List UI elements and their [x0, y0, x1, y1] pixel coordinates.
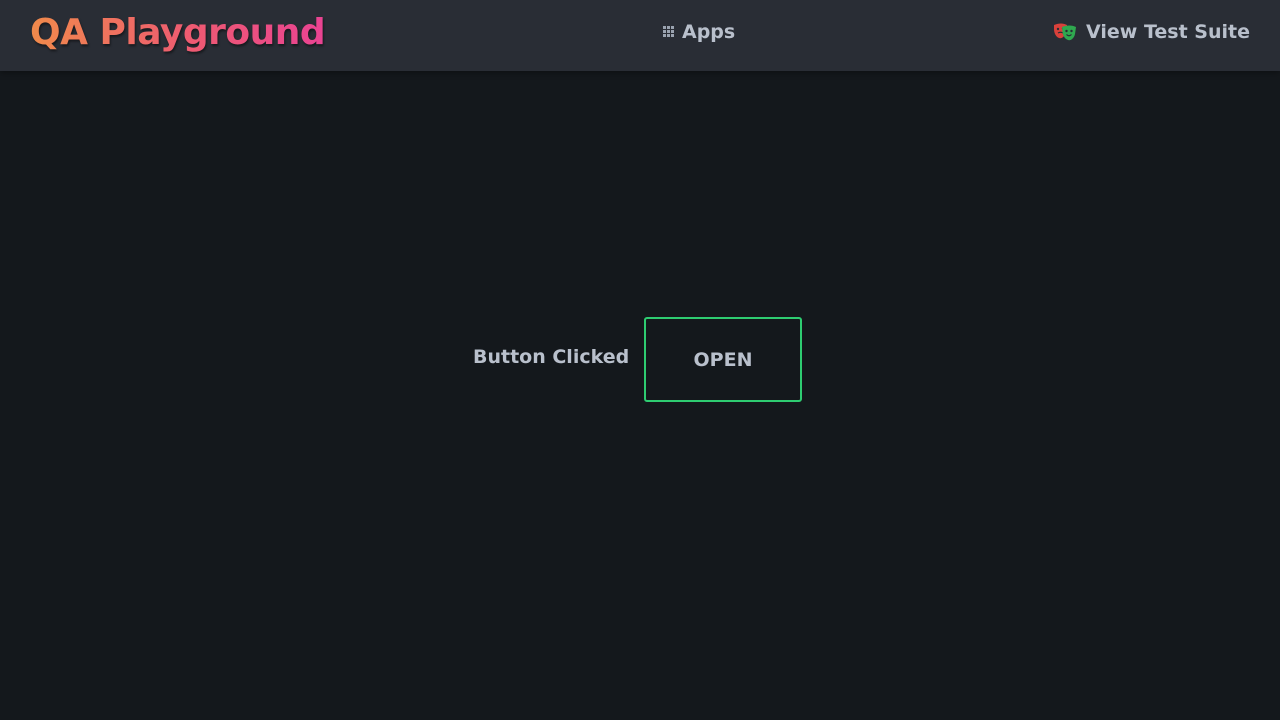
- theater-masks-icon: [1052, 22, 1078, 42]
- button-status-text: Button Clicked: [473, 346, 630, 368]
- top-navbar: QA Playground Apps View Test Suite: [0, 0, 1280, 71]
- grid-icon: [663, 25, 676, 39]
- view-test-suite-link[interactable]: View Test Suite: [1052, 21, 1250, 43]
- main-content: Button Clicked OPEN: [0, 317, 1280, 402]
- apps-menu-link[interactable]: Apps: [663, 21, 735, 43]
- brand-logo-link[interactable]: QA Playground: [30, 12, 326, 53]
- open-button[interactable]: OPEN: [644, 317, 802, 402]
- view-test-suite-label: View Test Suite: [1086, 21, 1250, 43]
- apps-label: Apps: [682, 21, 736, 43]
